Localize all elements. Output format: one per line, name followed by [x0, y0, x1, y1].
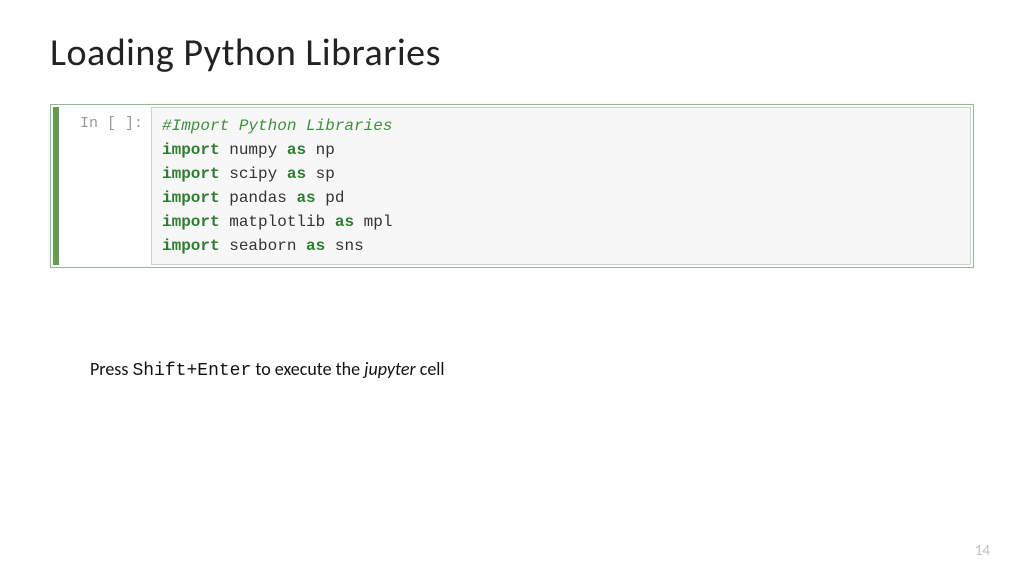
jupyter-cell: In [ ]: #Import Python Libraries import …	[53, 107, 971, 265]
slide: Loading Python Libraries In [ ]: #Import…	[0, 0, 1024, 576]
instruction-text: Press Shift+Enter to execute the jupyter…	[50, 358, 974, 381]
code-line: import matplotlib as mpl	[162, 210, 960, 234]
code-block: In [ ]: #Import Python Libraries import …	[50, 104, 974, 268]
code-line: import seaborn as sns	[162, 234, 960, 258]
code-comment-line: #Import Python Libraries	[162, 114, 960, 138]
code-line: import scipy as sp	[162, 162, 960, 186]
page-title: Loading Python Libraries	[50, 30, 974, 76]
code-line: import numpy as np	[162, 138, 960, 162]
page-number: 14	[975, 542, 990, 560]
comment-text: #Import Python Libraries	[162, 117, 392, 135]
code-line: import pandas as pd	[162, 186, 960, 210]
keyboard-shortcut: Shift+Enter	[132, 361, 251, 381]
jupyter-em: jupyter	[364, 358, 415, 380]
cell-prompt: In [ ]:	[59, 107, 151, 140]
code-input-area[interactable]: #Import Python Libraries import numpy as…	[151, 107, 971, 265]
